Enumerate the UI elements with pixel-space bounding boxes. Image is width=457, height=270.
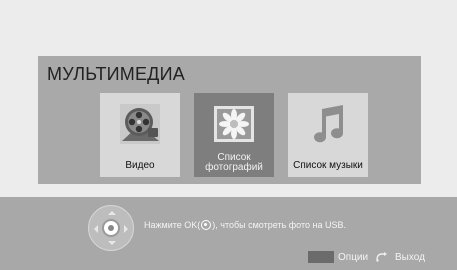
multimedia-panel: МУЛЬТИМЕДИА Видео Список фотографий Спис… — [38, 56, 421, 184]
dpad-up-icon — [108, 207, 116, 215]
back-return-icon — [376, 252, 387, 262]
film-reel-icon — [120, 104, 160, 144]
help-hint-after: ), чтобы смотреть фото на USB. — [212, 220, 346, 230]
music-note-icon — [314, 105, 344, 143]
tile-photo-list-label: Список фотографий — [194, 153, 274, 173]
dpad-right-icon — [124, 225, 132, 233]
options-color-key-icon — [308, 251, 334, 263]
dpad-down-icon — [108, 241, 116, 249]
dpad-icon — [88, 205, 134, 251]
panel-title: МУЛЬТИМЕДИА — [47, 64, 185, 84]
help-hint-before: Нажмите OK( — [144, 220, 201, 230]
footer-bar: Нажмите OK( ), чтобы смотреть фото на US… — [0, 197, 457, 270]
ok-glyph-icon — [201, 220, 212, 230]
multimedia-screen: МУЛЬТИМЕДИА Видео Список фотографий Спис… — [0, 0, 457, 270]
tile-music-list[interactable]: Список музыки — [288, 93, 368, 177]
tile-video[interactable]: Видео — [100, 93, 180, 177]
options-label[interactable]: Опции — [338, 252, 368, 263]
help-hint: Нажмите OK( ), чтобы смотреть фото на US… — [144, 220, 346, 230]
ok-button-icon — [102, 219, 120, 237]
dpad-left-icon — [90, 225, 98, 233]
tile-photo-list[interactable]: Список фотографий — [194, 93, 274, 177]
tile-photo-list-label-line2: фотографий — [205, 162, 263, 173]
tile-music-list-label: Список музыки — [293, 160, 363, 171]
photo-flower-icon — [214, 106, 254, 142]
tile-video-label: Видео — [125, 160, 155, 171]
exit-label[interactable]: Выход — [395, 252, 425, 263]
